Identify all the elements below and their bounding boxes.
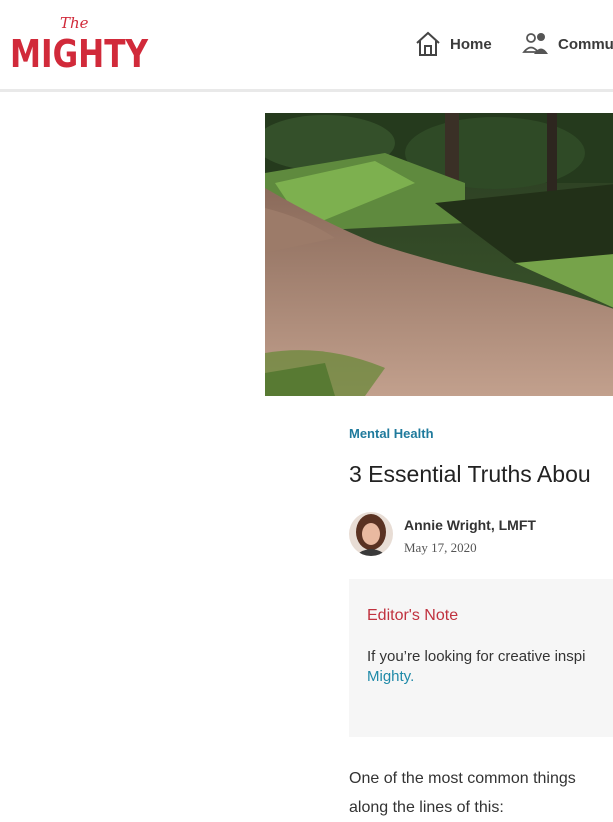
nav-community-label: Commun bbox=[558, 35, 613, 53]
editors-note-title: Editor's Note bbox=[367, 607, 459, 624]
home-icon bbox=[416, 31, 440, 56]
logo-the-text: The bbox=[60, 14, 89, 32]
editors-note-link[interactable]: Mighty. bbox=[367, 668, 414, 685]
community-icon bbox=[522, 33, 548, 54]
body-line-1: One of the most common things bbox=[349, 770, 576, 787]
site-logo[interactable]: The MIGHTY bbox=[10, 14, 148, 78]
article-body-paragraph: One of the most common things along the … bbox=[349, 764, 613, 822]
editors-note-line: If you’re looking for creative inspi bbox=[367, 648, 586, 665]
author-name[interactable]: Annie Wright, LMFT bbox=[404, 517, 536, 533]
category-link[interactable]: Mental Health bbox=[349, 426, 434, 441]
editors-note-box: Editor's Note If you’re looking for crea… bbox=[349, 579, 613, 737]
hero-photo bbox=[265, 113, 613, 396]
site-header: The MIGHTY Home Commun bbox=[0, 0, 613, 92]
logo-wordmark: MIGHTY bbox=[10, 32, 149, 76]
body-line-2: along the lines of this: bbox=[349, 799, 504, 816]
hero-image bbox=[265, 113, 613, 396]
nav-home[interactable]: Home bbox=[414, 29, 492, 59]
nav-community[interactable]: Commun bbox=[522, 29, 613, 59]
publish-date: May 17, 2020 bbox=[404, 540, 477, 555]
nav-home-label: Home bbox=[450, 35, 492, 53]
editors-note-text: If you’re looking for creative inspi Mig… bbox=[367, 647, 613, 687]
article-title: 3 Essential Truths Abou bbox=[349, 461, 591, 487]
avatar-image bbox=[349, 512, 393, 556]
author-avatar[interactable] bbox=[349, 512, 393, 556]
